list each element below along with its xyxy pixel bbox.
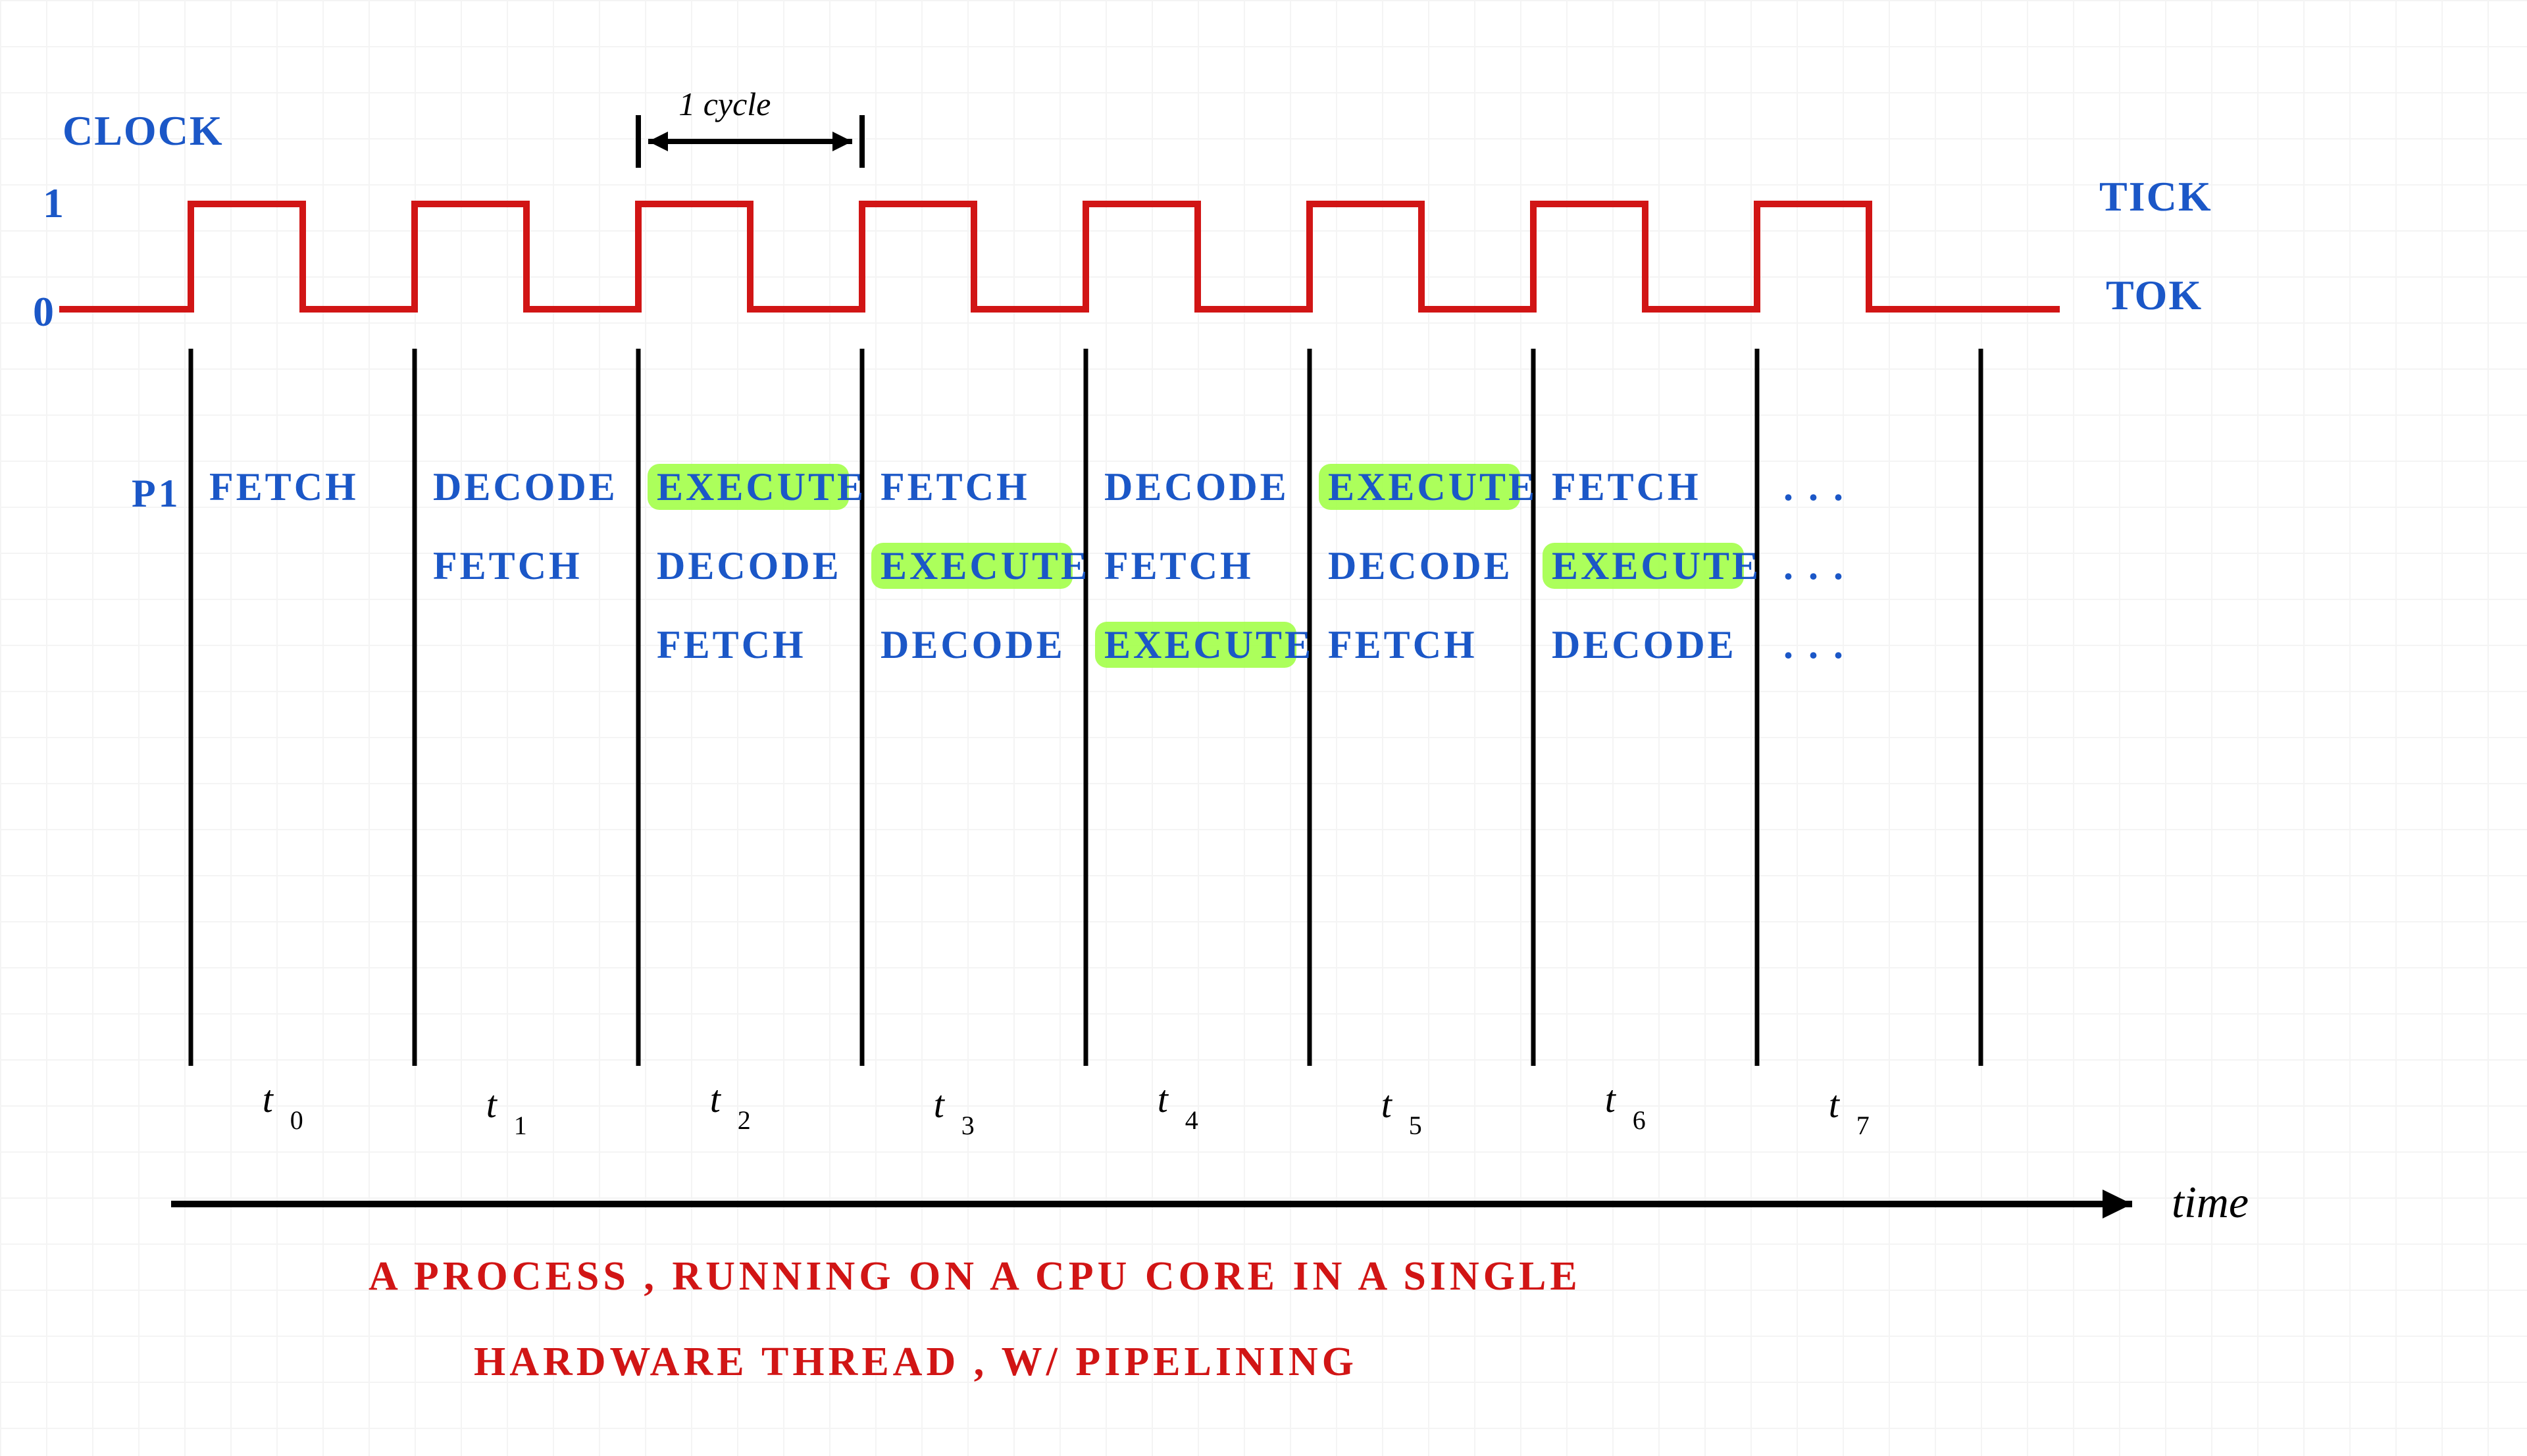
clock-high-label: 1 — [43, 180, 65, 226]
stage-fetch: FETCH — [657, 623, 806, 666]
cycle-annotation: 1 cycle — [678, 86, 771, 122]
clock-waveform — [59, 204, 2060, 309]
time-step-label: t — [486, 1083, 498, 1126]
time-step-label: t — [1381, 1083, 1393, 1126]
time-step-label: t — [1829, 1083, 1841, 1126]
continuation-dots: . . . — [1783, 544, 1846, 588]
stage-fetch: FETCH — [209, 465, 359, 509]
pipeline-diagram: CLOCK101 cycleTICKTOKt0t1t2t3t4t5t6t7P1F… — [0, 0, 2527, 1456]
stage-decode: DECODE — [881, 623, 1065, 666]
stage-execute: EXECUTE — [1104, 623, 1314, 666]
stage-fetch: FETCH — [1328, 623, 1477, 666]
diagram-title-line2: HARDWARE THREAD , W/ PIPELINING — [474, 1340, 1358, 1384]
stage-fetch: FETCH — [1552, 465, 1701, 509]
cycle-arrow-left — [648, 132, 668, 151]
stage-fetch: FETCH — [433, 544, 582, 588]
stage-decode: DECODE — [1104, 465, 1289, 509]
stage-fetch: FETCH — [1104, 544, 1254, 588]
stage-decode: DECODE — [433, 465, 618, 509]
time-step-subscript: 2 — [738, 1105, 751, 1135]
stage-decode: DECODE — [657, 544, 842, 588]
time-step-subscript: 6 — [1633, 1105, 1646, 1135]
stage-execute: EXECUTE — [1552, 544, 1761, 588]
stage-decode: DECODE — [1552, 623, 1737, 666]
tok-label: TOK — [2106, 272, 2203, 318]
stage-decode: DECODE — [1328, 544, 1513, 588]
continuation-dots: . . . — [1783, 465, 1846, 509]
continuation-dots: . . . — [1783, 623, 1846, 666]
cycle-arrow-right — [832, 132, 852, 151]
time-step-subscript: 0 — [290, 1105, 303, 1135]
time-step-label: t — [1158, 1078, 1169, 1120]
time-axis-label: time — [2172, 1177, 2249, 1227]
time-step-label: t — [1605, 1078, 1617, 1120]
time-axis-arrowhead — [2103, 1190, 2132, 1218]
time-step-subscript: 3 — [961, 1111, 975, 1140]
time-step-label: t — [710, 1078, 722, 1120]
time-step-subscript: 1 — [514, 1111, 527, 1140]
diagram-title-line1: A PROCESS , RUNNING ON A CPU CORE IN A S… — [369, 1254, 1581, 1299]
pipeline-label: P1 — [132, 472, 181, 515]
stage-execute: EXECUTE — [657, 465, 866, 509]
time-step-subscript: 5 — [1409, 1111, 1422, 1140]
time-step-label: t — [263, 1078, 274, 1120]
clock-low-label: 0 — [33, 288, 55, 335]
tick-label: TICK — [2099, 173, 2212, 220]
clock-label: CLOCK — [63, 107, 224, 154]
stage-fetch: FETCH — [881, 465, 1030, 509]
stage-execute: EXECUTE — [881, 544, 1090, 588]
time-step-subscript: 4 — [1185, 1105, 1198, 1135]
time-step-subscript: 7 — [1856, 1111, 1870, 1140]
stage-execute: EXECUTE — [1328, 465, 1537, 509]
time-step-label: t — [934, 1083, 946, 1126]
